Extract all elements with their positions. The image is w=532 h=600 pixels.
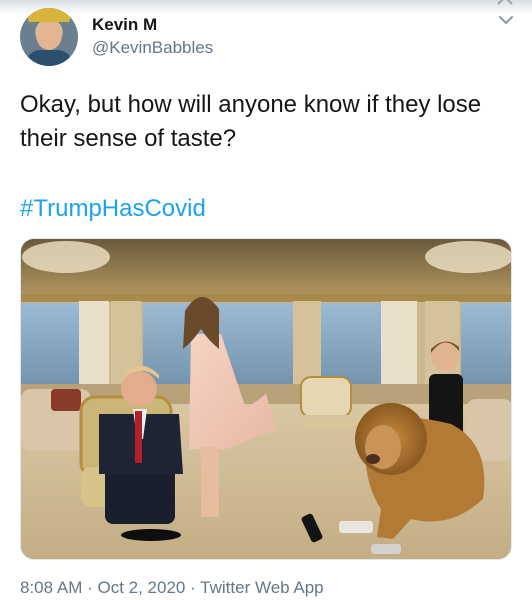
- man-tie: [135, 411, 142, 463]
- chair-back: [300, 376, 352, 418]
- chair-seat: [299, 415, 353, 429]
- tweet-photo[interactable]: [20, 238, 512, 560]
- window-1: [21, 303, 79, 398]
- avatar-hat: [28, 8, 70, 22]
- display-name[interactable]: Kevin M: [92, 14, 213, 36]
- avatar[interactable]: [20, 8, 78, 66]
- pillow-left: [51, 389, 81, 411]
- lion-nose: [366, 454, 380, 464]
- chandelier-left: [22, 241, 110, 273]
- user-block[interactable]: Kevin M @KevinBabbles: [92, 14, 213, 60]
- chandelier-right: [425, 241, 511, 273]
- woman-legs: [201, 447, 219, 517]
- top-edge-fade: [0, 0, 532, 14]
- ceiling-beam: [21, 294, 511, 302]
- man-head: [121, 371, 157, 407]
- tweet-timestamp[interactable]: 8:08 AM · Oct 2, 2020 · Twitter Web App: [20, 578, 324, 598]
- avatar-shirt: [26, 50, 72, 66]
- man-shoes: [121, 529, 181, 541]
- user-handle[interactable]: @KevinBabbles: [92, 36, 213, 60]
- close-icon[interactable]: [496, 0, 514, 6]
- photo-illustration: [21, 239, 511, 559]
- avatar-face: [36, 20, 62, 50]
- window-4: [461, 303, 511, 398]
- tweet-text: Okay, but how will anyone know if they l…: [20, 91, 482, 152]
- hashtag-link[interactable]: #TrumpHasCovid: [20, 192, 206, 226]
- toy-car-silver: [371, 544, 401, 554]
- toy-car-white: [339, 521, 373, 533]
- chevron-down-icon[interactable]: [496, 10, 516, 30]
